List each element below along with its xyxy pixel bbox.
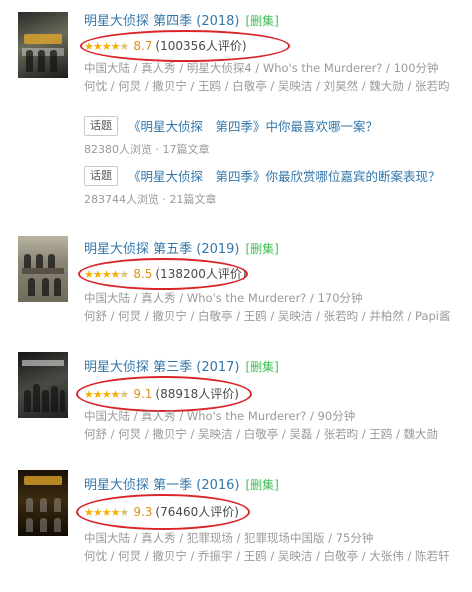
cast-list: 何舒 / 何炅 / 撒贝宁 / 吴映洁 / 白敬亭 / 吴磊 / 张若昀 / 王… [84, 427, 438, 441]
topic-title-link[interactable]: 《明星大侦探 第四季》你最欣赏哪位嘉宾的断案表现？ [128, 166, 441, 185]
title-link[interactable]: 明星大侦探 第三季 (2017) [84, 360, 240, 375]
topic-title-link[interactable]: 《明星大侦探 第四季》中你最喜欢哪一案？ [128, 116, 378, 135]
poster-image[interactable] [18, 236, 68, 302]
meta-info: 中国大陆 / 真人秀 / Who's the Murderer? / 90分钟 [84, 409, 356, 423]
title-link[interactable]: 明星大侦探 第一季 (2016) [84, 478, 240, 493]
rating-stars-icon: ★★★★★ [84, 506, 129, 519]
rating-score: 8.7 [133, 39, 153, 53]
poster-image[interactable] [18, 352, 68, 418]
rating-stars-icon: ★★★★★ [84, 388, 129, 401]
meta-info: 中国大陆 / 真人秀 / Who's the Murderer? / 170分钟 [84, 291, 363, 305]
topic-stats: 82380人浏览 · 17篇文章 [84, 143, 210, 156]
topic-tag: 话题 [84, 166, 118, 186]
playable-tag[interactable]: [删集] [246, 478, 279, 492]
rating-stars-icon: ★★★★★ [84, 40, 129, 53]
playable-tag[interactable]: [删集] [246, 360, 279, 374]
rating-count: (88918人评价) [155, 387, 239, 401]
cast-list: 何舒 / 何炅 / 撒贝宁 / 白敬亭 / 王鸥 / 吴映洁 / 张若昀 / 井… [84, 309, 451, 323]
title-link[interactable]: 明星大侦探 第五季 (2019) [84, 242, 240, 257]
meta-info: 中国大陆 / 真人秀 / 犯罪现场 / 犯罪现场中国版 / 75分钟 [84, 531, 374, 545]
rating-score: 9.3 [133, 505, 153, 519]
playable-tag[interactable]: [删集] [246, 242, 279, 256]
rating-score: 9.1 [133, 387, 153, 401]
title-link[interactable]: 明星大侦探 第四季 (2018) [84, 14, 240, 29]
rating-score: 8.5 [133, 267, 153, 281]
topic-stats: 283744人浏览 · 21篇文章 [84, 193, 217, 206]
cast-list: 何忱 / 何炅 / 撒贝宁 / 乔振宇 / 王鸥 / 吴映洁 / 白敬亭 / 大… [84, 549, 450, 563]
topic-tag: 话题 [84, 116, 118, 136]
meta-info: 中国大陆 / 真人秀 / 明星大侦探4 / Who's the Murderer… [84, 61, 439, 75]
poster-image[interactable] [18, 12, 68, 78]
poster-image[interactable] [18, 470, 68, 536]
playable-tag[interactable]: [删集] [246, 14, 279, 28]
topic-item: 话题 《明星大侦探 第四季》你最欣赏哪位嘉宾的断案表现？ 283744人浏览 ·… [84, 166, 464, 206]
rating-count: (100356人评价) [155, 39, 247, 53]
cast-list: 何忱 / 何炅 / 撒贝宁 / 王鸥 / 白敬亭 / 吴映洁 / 刘昊然 / 魏… [84, 79, 450, 93]
rating-stars-icon: ★★★★★ [84, 268, 129, 281]
rating-count: (76460人评价) [155, 505, 239, 519]
topic-item: 话题 《明星大侦探 第四季》中你最喜欢哪一案？ 82380人浏览 · 17篇文章 [84, 116, 464, 156]
rating-count: (138200人评价) [155, 267, 247, 281]
